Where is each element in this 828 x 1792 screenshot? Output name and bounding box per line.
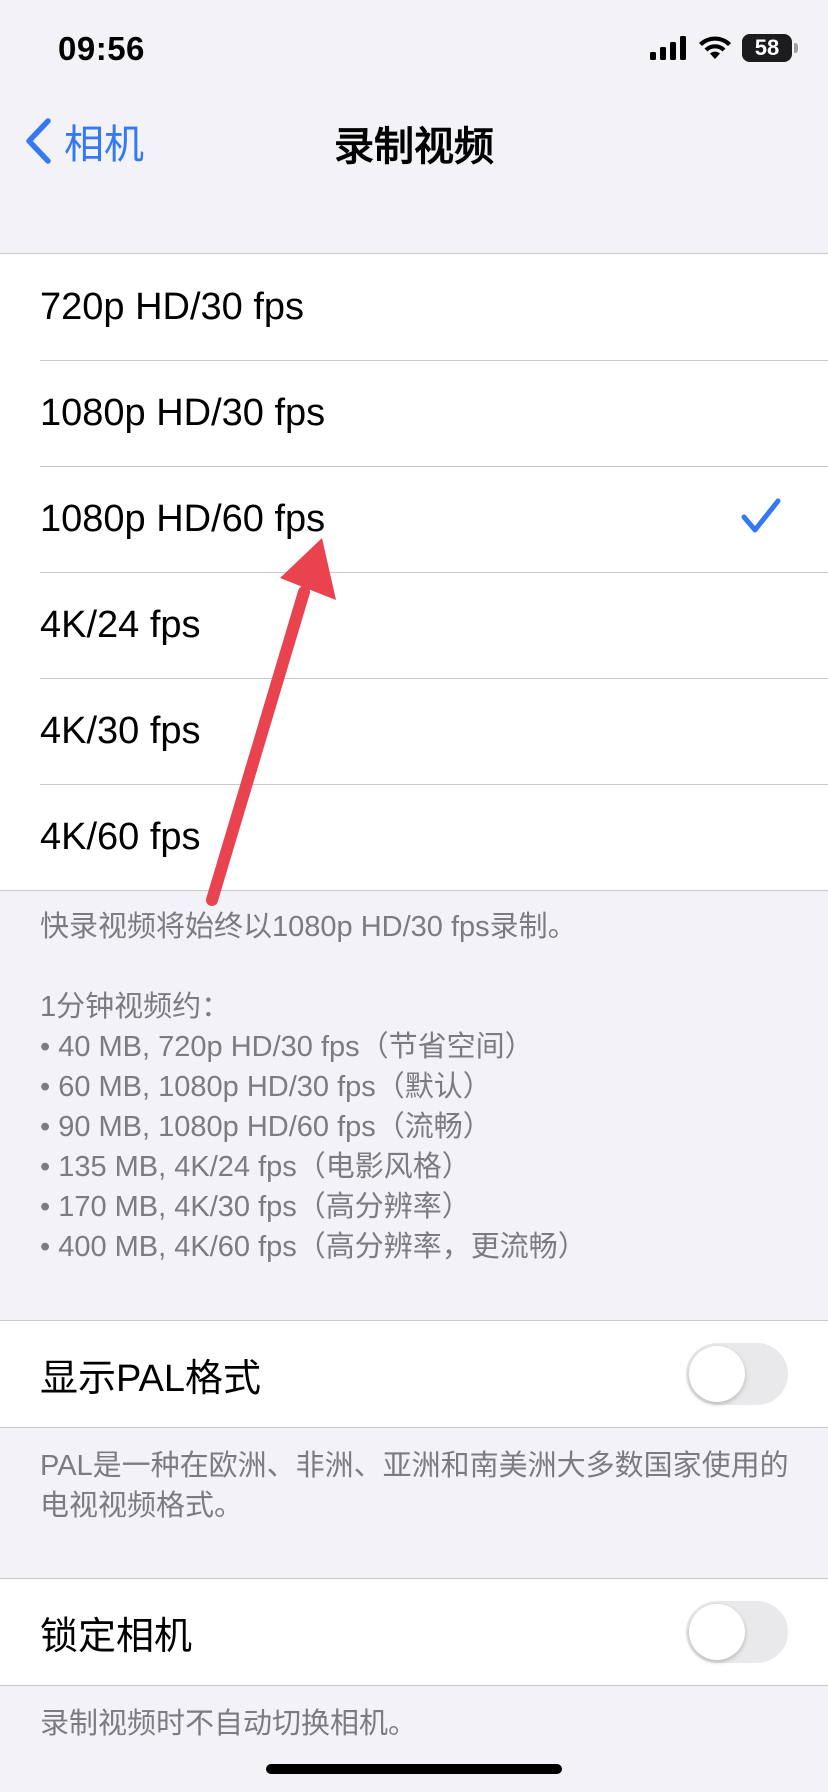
- pal-row: 显示PAL格式: [0, 1321, 828, 1427]
- size-item: • 40 MB, 720p HD/30 fps（节省空间）: [40, 1031, 534, 1063]
- format-label: 4K/30 fps: [40, 709, 201, 752]
- size-item: • 135 MB, 4K/24 fps（电影风格）: [40, 1151, 471, 1183]
- format-label: 720p HD/30 fps: [40, 285, 305, 328]
- format-option-4k-30[interactable]: 4K/30 fps: [0, 678, 828, 784]
- settings-screen: 09:56 58 相机 录制视频 720p HD/30 fps 1080p HD…: [0, 0, 828, 1792]
- format-label: 4K/60 fps: [40, 815, 201, 858]
- lock-camera-row: 锁定相机: [0, 1579, 828, 1685]
- pal-group: 显示PAL格式: [0, 1320, 828, 1428]
- battery-icon: 58: [742, 34, 798, 62]
- format-label: 1080p HD/60 fps: [40, 497, 326, 540]
- nav-bar: 相机 录制视频: [0, 100, 828, 178]
- format-label: 4K/24 fps: [40, 603, 201, 646]
- battery-level: 58: [754, 35, 780, 60]
- lock-camera-group: 锁定相机: [0, 1578, 828, 1686]
- quick-take-note: 快录视频将始终以1080p HD/30 fps录制。: [40, 911, 577, 943]
- format-option-4k-60[interactable]: 4K/60 fps: [0, 784, 828, 890]
- format-option-4k-24[interactable]: 4K/24 fps: [0, 572, 828, 678]
- page-title: 录制视频: [334, 125, 494, 169]
- lock-camera-label: 锁定相机: [40, 1615, 193, 1658]
- format-list: 720p HD/30 fps 1080p HD/30 fps 1080p HD/…: [0, 253, 828, 891]
- pal-toggle[interactable]: [686, 1343, 788, 1405]
- format-option-1080p-30[interactable]: 1080p HD/30 fps: [0, 360, 828, 466]
- format-option-1080p-60[interactable]: 1080p HD/60 fps: [0, 466, 828, 572]
- cellular-signal-icon: [650, 36, 686, 60]
- format-label: 1080p HD/30 fps: [40, 391, 326, 434]
- wifi-icon: [699, 36, 731, 59]
- lock-camera-footer: 录制视频时不自动切换相机。: [40, 1708, 418, 1740]
- size-item: • 170 MB, 4K/30 fps（高分辨率）: [40, 1191, 471, 1223]
- toggle-knob: [689, 1346, 745, 1402]
- home-indicator: [266, 1764, 562, 1774]
- status-bar: 09:56 58: [0, 0, 828, 100]
- size-item: • 90 MB, 1080p HD/60 fps（流畅）: [40, 1111, 492, 1143]
- checkmark-icon: [741, 498, 781, 533]
- size-header: 1分钟视频约：: [40, 991, 231, 1023]
- pal-footer: PAL是一种在欧洲、非洲、亚洲和南美洲大多数国家使用的电视视频格式。: [40, 1450, 789, 1522]
- pal-label: 显示PAL格式: [40, 1357, 262, 1400]
- size-item: • 60 MB, 1080p HD/30 fps（默认）: [40, 1071, 492, 1103]
- format-option-720p-30[interactable]: 720p HD/30 fps: [0, 254, 828, 360]
- format-footer: 快录视频将始终以1080p HD/30 fps录制。 1分钟视频约： • 40 …: [40, 907, 800, 1267]
- lock-camera-toggle[interactable]: [686, 1601, 788, 1663]
- toggle-knob: [689, 1604, 745, 1660]
- size-item: • 400 MB, 4K/60 fps（高分辨率，更流畅）: [40, 1231, 587, 1263]
- status-time: 09:56: [58, 30, 145, 67]
- status-icons: 58: [650, 34, 798, 62]
